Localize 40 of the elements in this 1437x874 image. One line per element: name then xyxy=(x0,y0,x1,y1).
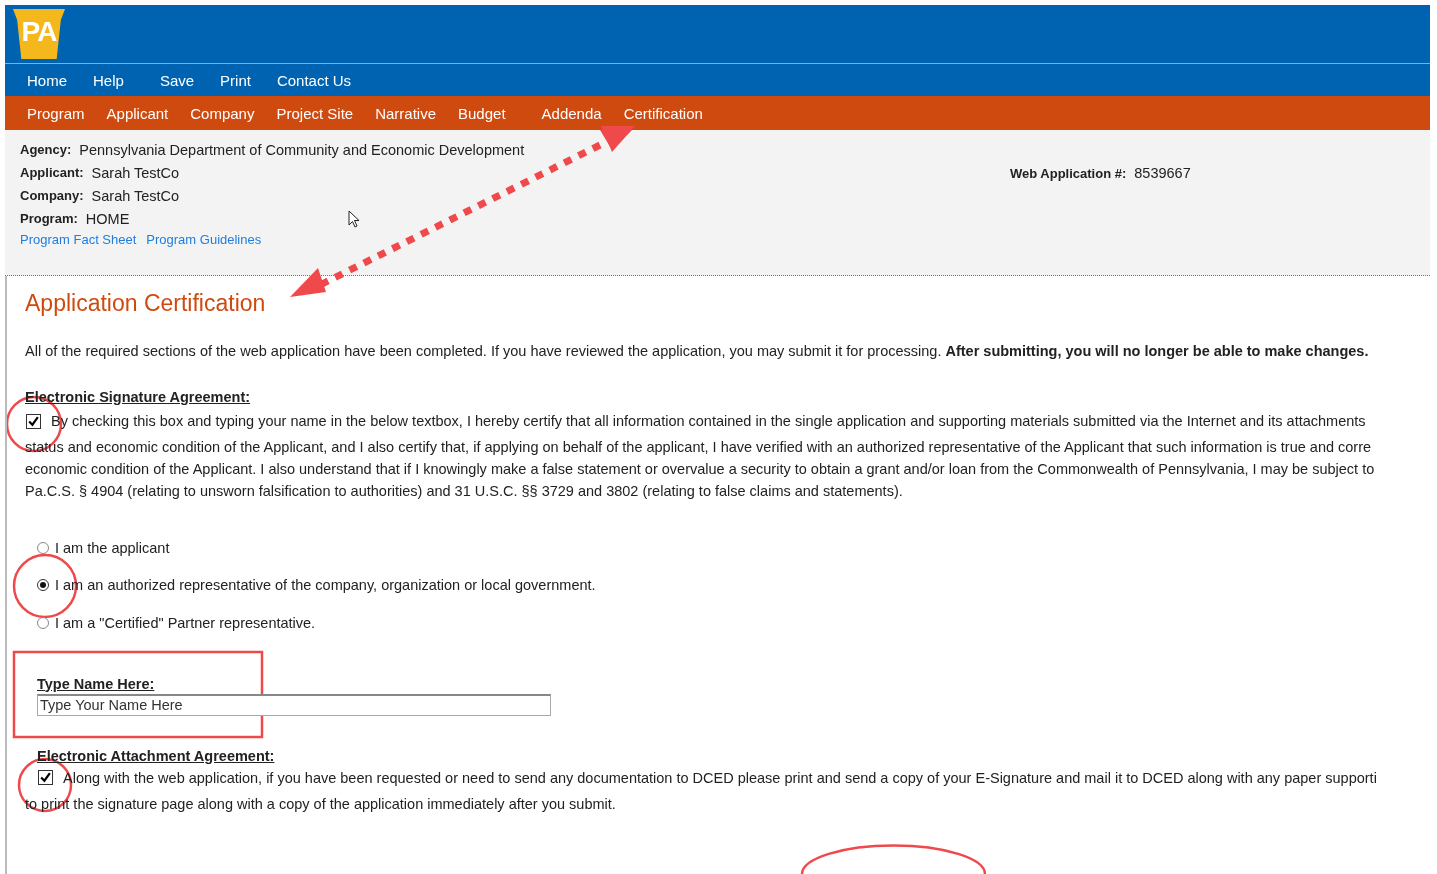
intro-text: All of the required sections of the web application have been completed. If you have reviewed the application, you may submit it for processing. After submitting, you will no longer be able to make changes. xyxy=(25,343,1370,359)
field-label: Company: xyxy=(20,188,84,203)
nav-link[interactable]: Save xyxy=(159,71,195,89)
section-tab[interactable]: Certification xyxy=(623,102,703,124)
field-label: Agency: xyxy=(20,142,72,157)
checkbox[interactable] xyxy=(26,413,41,429)
section-tab[interactable]: Company xyxy=(190,102,255,124)
radio-button[interactable] xyxy=(37,541,49,554)
radio-button[interactable] xyxy=(37,579,49,592)
field-label: Program: xyxy=(20,211,78,226)
field-value: Sarah TestCo xyxy=(91,164,180,181)
section-tab[interactable]: Narrative xyxy=(375,102,436,124)
name-input-field[interactable]: Type Your Name Here xyxy=(37,693,551,716)
radio-label: I am a "Certified" Partner representative. xyxy=(55,614,316,631)
agreement-text: economic condition of the Applicant. I also understand that if I knowingly make a false statement or overvalue a security to obtain a grant and/or loan from the Commonwealth of Pennsylvania, I may be subject to xyxy=(25,460,1376,479)
field-value: Pennsylvania Department of Community and Economic Development xyxy=(79,141,525,158)
field-value: 8539667 xyxy=(1134,165,1191,181)
info-link[interactable]: Program Fact Sheet xyxy=(20,232,137,247)
page-title: Application Certification xyxy=(25,289,267,317)
mouse-cursor-icon xyxy=(348,210,360,228)
section-tab[interactable]: Program xyxy=(27,102,85,124)
section-tab[interactable]: Project Site xyxy=(276,102,354,124)
field-value: HOME xyxy=(85,210,130,227)
field-label: Applicant: xyxy=(20,165,84,180)
field-label: Web Application #: xyxy=(1010,166,1127,181)
section-heading: Electronic Attachment Agreement: xyxy=(37,747,276,764)
checkbox[interactable] xyxy=(38,770,53,785)
nav-link[interactable]: Home xyxy=(27,71,67,89)
field-value: Sarah TestCo xyxy=(91,187,180,204)
section-tab[interactable]: Addenda xyxy=(541,102,602,124)
nav-link[interactable]: Print xyxy=(220,71,251,89)
agreement-text: Pa.C.S. § 4904 (relating to unsworn falsification to authorities) and 31 U.S.C. §§ 3729 and 3802 (relating to false claims and statements). xyxy=(25,482,904,501)
field-label: Type Name Here: xyxy=(37,675,156,692)
section-heading: Electronic Signature Agreement: xyxy=(25,389,252,405)
info-link[interactable]: Program Guidelines xyxy=(146,232,262,247)
section-tab[interactable]: Applicant xyxy=(106,102,169,124)
radio-label: I am the applicant xyxy=(55,539,170,556)
section-tab[interactable]: Budget xyxy=(458,102,506,124)
nav-link[interactable]: Contact Us xyxy=(276,71,352,89)
nav-link[interactable]: Help xyxy=(93,71,124,89)
